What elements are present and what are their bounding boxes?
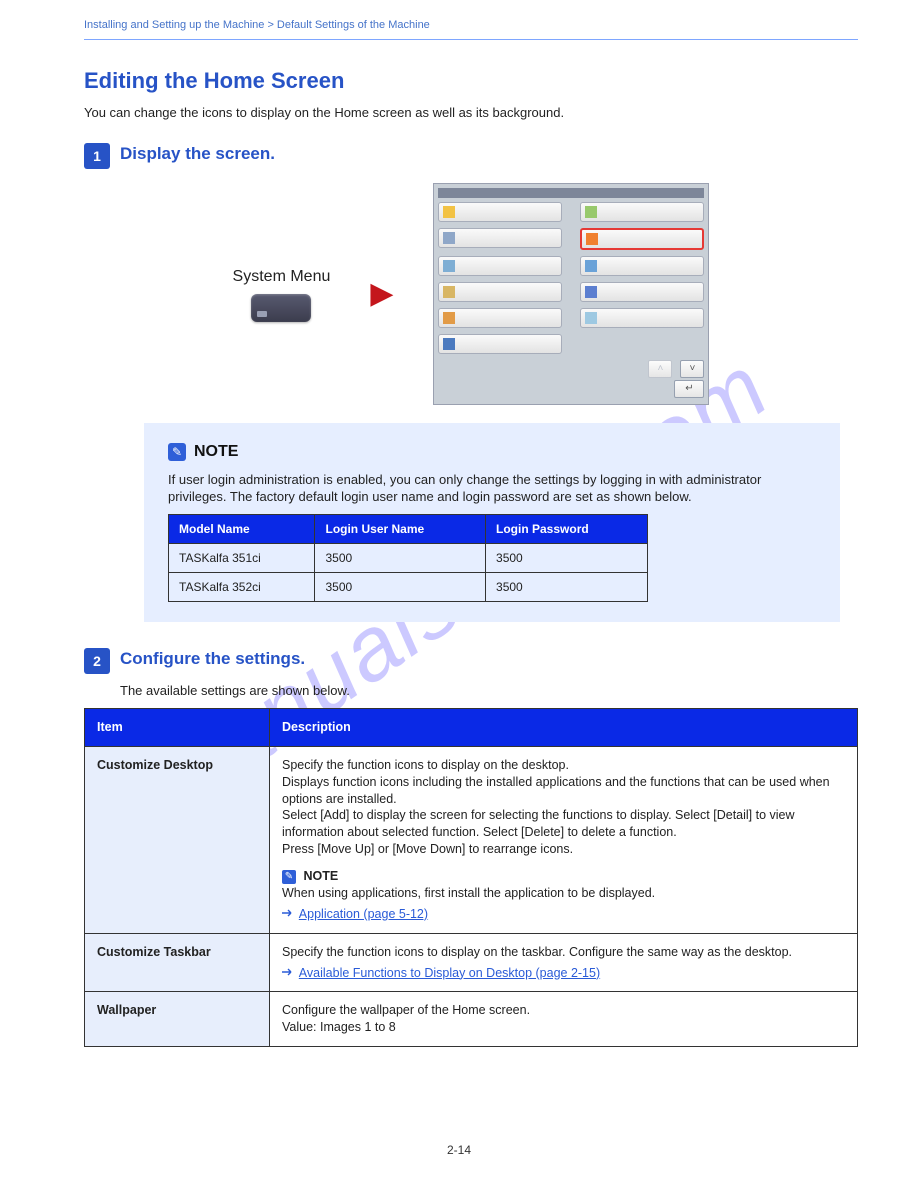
header-rule	[84, 39, 858, 40]
reference-link[interactable]: Application (page 5-12)	[299, 907, 428, 921]
desc-text: Specify the function icons to display on…	[282, 944, 845, 961]
arrow-icon: ▶	[370, 274, 393, 315]
reference-link[interactable]: Available Functions to Display on Deskto…	[299, 966, 600, 980]
login-credentials-table: Model Name Login User Name Login Passwor…	[168, 514, 648, 603]
home-screen-mockup: ˄ ˅ ↵	[433, 183, 709, 405]
settings-head-item: Item	[85, 708, 270, 746]
header-chapter: Installing and Setting up the Machine > …	[84, 18, 858, 33]
settings-intro: The available settings are shown below.	[120, 682, 858, 700]
page-header: Installing and Setting up the Machine > …	[84, 18, 858, 37]
note-title: NOTE	[194, 441, 238, 463]
inline-note-label: NOTE	[303, 869, 338, 883]
settings-head-desc: Description	[270, 708, 858, 746]
item-customize-taskbar: Customize Taskbar	[85, 933, 270, 992]
lead-paragraph: You can change the icons to display on t…	[84, 104, 858, 122]
item-customize-desktop: Customize Desktop	[85, 746, 270, 933]
value-line: Value: Images 1 to 8	[282, 1019, 845, 1036]
note-icon: ✎	[168, 443, 186, 461]
desc-text: Specify the function icons to display on…	[282, 757, 845, 858]
table-row: Wallpaper Configure the wallpaper of the…	[85, 992, 858, 1047]
step-2: 2 Configure the settings.	[84, 648, 858, 674]
settings-table: Item Description Customize Desktop Speci…	[84, 708, 858, 1047]
step-label: Configure the settings.	[120, 648, 305, 671]
enter-icon: ↵	[674, 380, 704, 398]
page-content: Installing and Setting up the Machine > …	[84, 18, 858, 1047]
nav-up-icon: ˄	[648, 360, 672, 378]
item-wallpaper: Wallpaper	[85, 992, 270, 1047]
note-box: ✎ NOTE If user login administration is e…	[144, 423, 840, 622]
login-head-pass: Login Password	[486, 514, 648, 543]
note-icon: ✎	[282, 870, 296, 884]
figure-row: System Menu ▶ ˄ ˅	[84, 183, 858, 405]
nav-down-icon: ˅	[680, 360, 704, 378]
inline-note-text: When using applications, first install t…	[282, 885, 845, 902]
step-label: Display the screen.	[120, 143, 275, 166]
table-row: Customize Desktop Specify the function i…	[85, 746, 858, 933]
home-icon-highlight	[580, 228, 704, 250]
login-head-user: Login User Name	[315, 514, 486, 543]
reference-arrow-icon	[282, 908, 296, 918]
step-number: 2	[84, 648, 110, 674]
desc-text: Configure the wallpaper of the Home scre…	[282, 1002, 845, 1019]
step-number: 1	[84, 143, 110, 169]
reference-arrow-icon	[282, 967, 296, 977]
note-body: If user login administration is enabled,…	[168, 471, 816, 506]
table-row: TASKalfa 352ci 3500 3500	[169, 573, 648, 602]
system-menu-key-icon	[251, 294, 311, 322]
page-title: Editing the Home Screen	[84, 66, 858, 96]
system-menu-caption: System Menu	[233, 266, 331, 288]
table-row: TASKalfa 351ci 3500 3500	[169, 543, 648, 572]
page-number: 2-14	[0, 1142, 918, 1158]
system-menu-graphic: System Menu	[233, 266, 331, 322]
table-row: Customize Taskbar Specify the function i…	[85, 933, 858, 992]
step-1: 1 Display the screen.	[84, 143, 858, 169]
login-head-model: Model Name	[169, 514, 315, 543]
